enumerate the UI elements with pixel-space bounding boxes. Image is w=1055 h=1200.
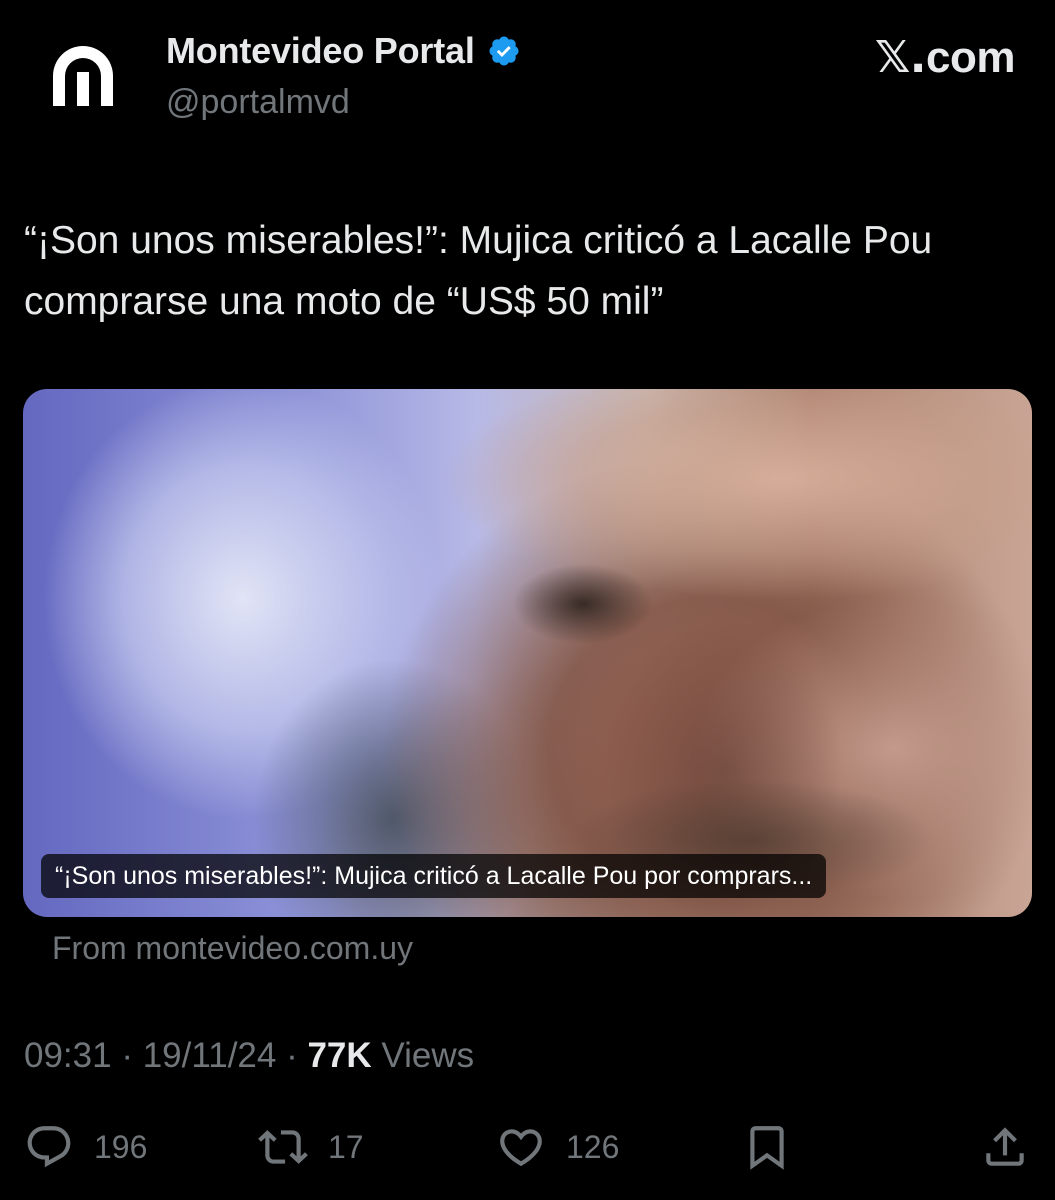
action-bar: 196 17 126	[0, 1122, 1055, 1172]
share-icon	[986, 1127, 1024, 1166]
author-handle[interactable]: @portalmvd	[166, 83, 350, 122]
meta-separator: ·	[276, 1036, 308, 1075]
tweet-meta: 09:31 · 19/11/24 · 77K Views	[24, 1036, 474, 1076]
tweet-text: “¡Son unos miserables!”: Mujica criticó …	[24, 219, 933, 323]
tweet-time[interactable]: 09:31	[24, 1036, 112, 1075]
author-display-name[interactable]: Montevideo Portal	[166, 30, 475, 72]
link-card-image	[23, 389, 1032, 917]
views-label: Views	[371, 1036, 475, 1075]
bookmark-button[interactable]	[742, 1122, 792, 1172]
brand-label: com	[926, 33, 1015, 82]
author-name-row: Montevideo Portal	[166, 30, 521, 72]
repost-count: 17	[328, 1128, 364, 1165]
like-count: 126	[566, 1128, 620, 1165]
meta-separator: ·	[111, 1036, 143, 1075]
repost-button[interactable]: 17	[258, 1122, 364, 1172]
avatar[interactable]	[30, 28, 136, 134]
reply-count: 196	[94, 1128, 148, 1165]
link-card[interactable]: “¡Son unos miserables!”: Mujica criticó …	[23, 389, 1032, 917]
x-logo-icon: 𝕏.	[874, 32, 927, 83]
views-count: 77K	[307, 1036, 372, 1075]
montevideo-portal-logo-icon	[30, 28, 136, 134]
link-card-caption: “¡Son unos miserables!”: Mujica criticó …	[41, 854, 827, 898]
x-com-brand: 𝕏.com	[874, 32, 1016, 83]
reply-icon	[27, 1126, 71, 1168]
repost-icon	[258, 1130, 308, 1164]
like-button[interactable]: 126	[496, 1122, 619, 1172]
verified-badge-icon	[487, 34, 521, 68]
link-card-source[interactable]: From montevideo.com.uy	[52, 930, 413, 967]
heart-icon	[500, 1129, 542, 1167]
reply-button[interactable]: 196	[24, 1122, 147, 1172]
tweet-date[interactable]: 19/11/24	[143, 1036, 277, 1075]
bookmark-icon	[750, 1126, 784, 1170]
share-button[interactable]	[980, 1122, 1030, 1172]
